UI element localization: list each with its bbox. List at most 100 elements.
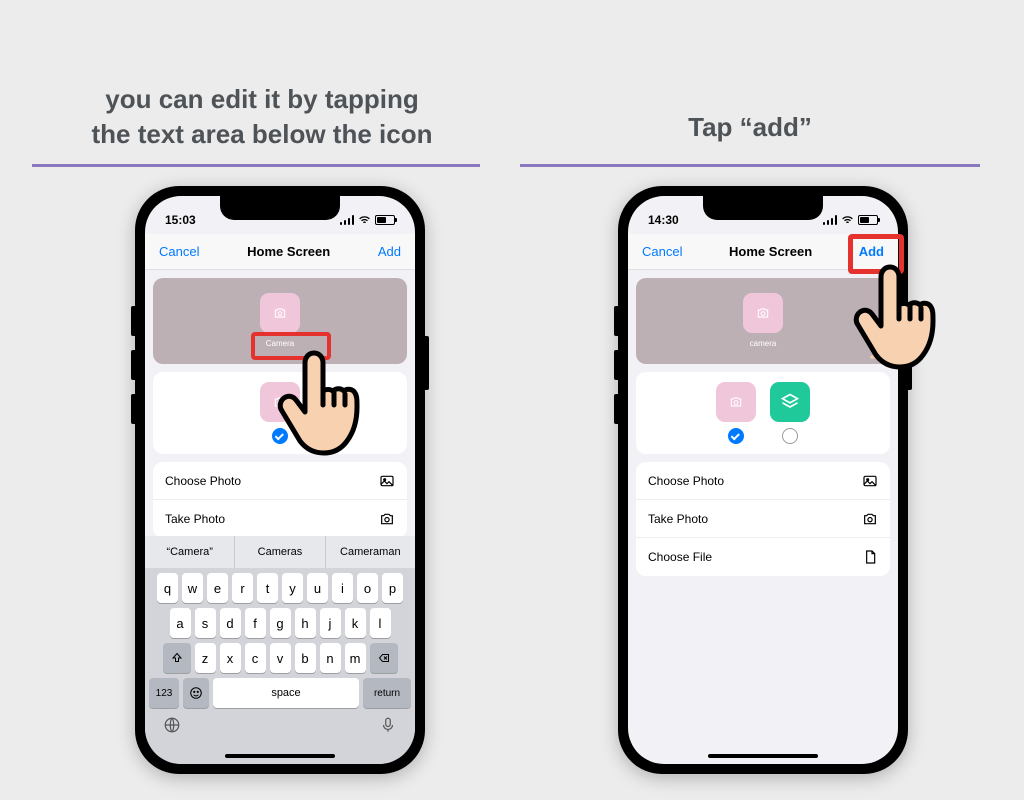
- caption-left-line1: you can edit it by tapping: [105, 84, 418, 114]
- layers-icon: [780, 392, 800, 412]
- preview-app-icon: [743, 293, 783, 333]
- key-f[interactable]: f: [245, 608, 266, 638]
- key-l[interactable]: l: [370, 608, 391, 638]
- mic-icon[interactable]: [379, 716, 397, 734]
- signal-icon: [340, 215, 354, 225]
- key-c[interactable]: c: [245, 643, 266, 673]
- key-h[interactable]: h: [295, 608, 316, 638]
- battery-icon: [375, 215, 395, 225]
- key-row-2: a s d f g h j k l: [145, 603, 415, 638]
- home-indicator: [708, 754, 818, 758]
- key-v[interactable]: v: [270, 643, 291, 673]
- key-row-3: z x c v b n m: [145, 638, 415, 673]
- photo-icon: [862, 473, 878, 489]
- tap-hand-icon: [848, 262, 948, 382]
- add-button[interactable]: Add: [378, 244, 401, 259]
- camera-icon: [729, 395, 743, 409]
- caption-right: Tap “add”: [520, 110, 980, 145]
- photo-icon: [379, 473, 395, 489]
- icon-option-1[interactable]: [716, 382, 756, 444]
- wifi-icon: [841, 214, 854, 227]
- key-z[interactable]: z: [195, 643, 216, 673]
- key-g[interactable]: g: [270, 608, 291, 638]
- suggestion-2[interactable]: Cameras: [235, 536, 325, 568]
- choose-photo-label: Choose Photo: [165, 474, 241, 488]
- cancel-button[interactable]: Cancel: [159, 244, 199, 259]
- status-time: 15:03: [165, 213, 196, 227]
- shortcut-app-icon: [770, 382, 810, 422]
- icon-option-2[interactable]: [770, 382, 810, 444]
- key-t[interactable]: t: [257, 573, 278, 603]
- key-e[interactable]: e: [207, 573, 228, 603]
- key-y[interactable]: y: [282, 573, 303, 603]
- preview-label[interactable]: camera: [742, 337, 785, 350]
- take-photo-label: Take Photo: [648, 512, 708, 526]
- tap-hand-icon: [272, 348, 372, 468]
- emoji-icon: [189, 686, 203, 700]
- key-s[interactable]: s: [195, 608, 216, 638]
- icon-selector: [636, 372, 890, 454]
- action-list: Choose Photo Take Photo Choose File: [636, 462, 890, 576]
- camera-icon: [862, 511, 878, 527]
- battery-icon: [858, 215, 878, 225]
- backspace-key[interactable]: [370, 643, 398, 673]
- phone-left-screen: 15:03 Cancel Home Screen Add Camera: [145, 196, 415, 764]
- choose-photo-row[interactable]: Choose Photo: [636, 462, 890, 500]
- key-q[interactable]: q: [157, 573, 178, 603]
- home-indicator: [225, 754, 335, 758]
- keyboard: “Camera” Cameras Cameraman q w e r t y u…: [145, 536, 415, 764]
- numbers-key[interactable]: 123: [149, 678, 179, 708]
- suggestion-1[interactable]: “Camera”: [145, 536, 235, 568]
- emoji-key[interactable]: [183, 678, 209, 708]
- action-list: Choose Photo Take Photo: [153, 462, 407, 538]
- key-r[interactable]: r: [232, 573, 253, 603]
- camera-icon: [756, 306, 770, 320]
- status-icons: [340, 214, 395, 227]
- suggestion-bar: “Camera” Cameras Cameraman: [145, 536, 415, 568]
- key-b[interactable]: b: [295, 643, 316, 673]
- key-n[interactable]: n: [320, 643, 341, 673]
- signal-icon: [823, 215, 837, 225]
- navbar: Cancel Home Screen Add: [145, 234, 415, 270]
- globe-icon[interactable]: [163, 716, 181, 734]
- space-key[interactable]: space: [213, 678, 359, 708]
- key-m[interactable]: m: [345, 643, 366, 673]
- key-row-1: q w e r t y u i o p: [145, 568, 415, 603]
- camera-icon: [273, 306, 287, 320]
- radio-unchecked-icon: [782, 428, 798, 444]
- wifi-icon: [358, 214, 371, 227]
- caption-left: you can edit it by tapping the text area…: [32, 82, 492, 152]
- choose-file-row[interactable]: Choose File: [636, 538, 890, 576]
- key-row-4: 123 space return: [145, 673, 415, 708]
- key-o[interactable]: o: [357, 573, 378, 603]
- file-icon: [862, 549, 878, 565]
- return-key[interactable]: return: [363, 678, 411, 708]
- key-k[interactable]: k: [345, 608, 366, 638]
- caption-right-text: Tap “add”: [688, 112, 812, 142]
- key-w[interactable]: w: [182, 573, 203, 603]
- camera-app-icon: [716, 382, 756, 422]
- keyboard-extra: [145, 708, 415, 734]
- radio-checked-icon: [728, 428, 744, 444]
- suggestion-3[interactable]: Cameraman: [326, 536, 415, 568]
- choose-photo-label: Choose Photo: [648, 474, 724, 488]
- key-x[interactable]: x: [220, 643, 241, 673]
- take-photo-row[interactable]: Take Photo: [153, 500, 407, 538]
- key-a[interactable]: a: [170, 608, 191, 638]
- cancel-button[interactable]: Cancel: [642, 244, 682, 259]
- status-time: 14:30: [648, 213, 679, 227]
- take-photo-row[interactable]: Take Photo: [636, 500, 890, 538]
- shift-key[interactable]: [163, 643, 191, 673]
- caption-left-underline: [32, 164, 480, 167]
- camera-icon: [379, 511, 395, 527]
- shift-icon: [171, 652, 183, 664]
- key-p[interactable]: p: [382, 573, 403, 603]
- key-d[interactable]: d: [220, 608, 241, 638]
- take-photo-label: Take Photo: [165, 512, 225, 526]
- key-j[interactable]: j: [320, 608, 341, 638]
- navbar-title: Home Screen: [729, 244, 812, 259]
- key-i[interactable]: i: [332, 573, 353, 603]
- notch: [703, 196, 823, 220]
- caption-right-underline: [520, 164, 980, 167]
- key-u[interactable]: u: [307, 573, 328, 603]
